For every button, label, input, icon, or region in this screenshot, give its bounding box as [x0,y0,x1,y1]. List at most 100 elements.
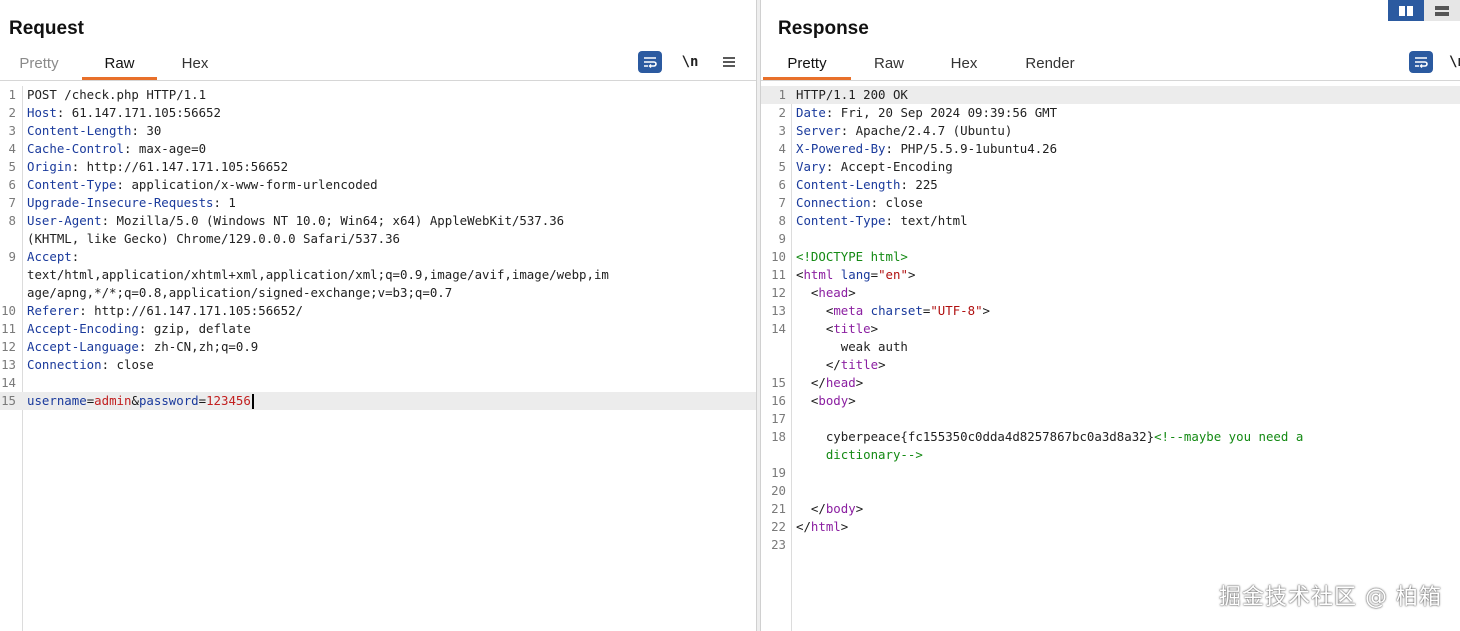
token: > [840,519,849,534]
line-number: 9 [778,231,786,246]
line-text: </title> [796,356,886,374]
code-line: 11 Accept-Encoding: gzip, deflate [0,320,756,338]
request-tab-hex[interactable]: Hex [170,53,220,80]
token: 123456 [206,393,251,408]
line-number: 8 [8,213,16,228]
code-line: 10 Referer: http://61.147.171.105:56652/ [0,302,756,320]
line-number: 8 [778,213,786,228]
line-text: Connection: close [27,356,154,374]
wrap-icon[interactable] [1409,51,1433,73]
token: : gzip, deflate [138,321,251,336]
request-editor[interactable]: 1 POST /check.php HTTP/1.1 2 Host: 61.147.1… [0,86,756,631]
request-pane: Request Pretty Raw Hex \n 1 POST /check.p… [0,0,756,631]
token: : 225 [900,177,938,192]
token: < [796,285,819,300]
token: User-Agent [27,213,102,228]
token: html [810,519,841,534]
token: age/apng,*/*;q=0.8,application/signed-ex… [27,285,453,300]
token: : Fri, 20 Sep 2024 09:39:56 GMT [825,105,1058,120]
code-line: 9 Accept: [0,248,756,266]
line-text: Accept-Language: zh-CN,zh;q=0.9 [27,338,258,356]
token: head [825,375,856,390]
token: : application/x-www-form-urlencoded [116,177,378,192]
token: > [848,285,856,300]
token: : max-age=0 [123,141,207,156]
line-number: 3 [8,123,16,138]
line-number: 21 [771,501,786,516]
token: Cache-Control [27,141,124,156]
token: charset [863,303,923,318]
code-line: weak auth [761,338,1460,356]
line-text: Upgrade-Insecure-Requests: 1 [27,194,236,212]
token: > [982,303,990,318]
stacked-view-icon[interactable] [1424,0,1460,21]
watermark: 掘金技术社区 @ 柏箱 [1219,585,1442,610]
line-text: Cache-Control: max-age=0 [27,140,206,158]
line-number: 17 [771,411,786,426]
response-code: 1 HTTP/1.1 200 OK 2 Date: Fri, 20 Sep 2024 … [761,86,1460,554]
code-line: age/apng,*/*;q=0.8,application/signed-ex… [0,284,756,302]
line-number: 9 [8,249,16,264]
code-line: </title> [761,356,1460,374]
token: Host [27,105,57,120]
code-line: 17 [761,410,1460,428]
response-tab-pretty[interactable]: Pretty [763,53,851,80]
wrap-icon[interactable] [638,51,662,73]
request-tab-pretty[interactable]: Pretty [8,53,70,80]
request-tab-raw[interactable]: Raw [82,53,157,80]
token: : http://61.147.171.105:56652/ [79,303,304,318]
token: : [71,249,80,264]
code-line: 12 Accept-Language: zh-CN,zh;q=0.9 [0,338,756,356]
response-tab-render[interactable]: Render [1017,53,1083,80]
line-number: 16 [771,393,786,408]
code-line: 16 <body> [761,392,1460,410]
token: = [198,393,207,408]
line-number: 6 [8,177,16,192]
line-text: Content-Length: 30 [27,122,161,140]
line-number: 5 [8,159,16,174]
code-line: 6 Content-Length: 225 [761,176,1460,194]
split-view-icon[interactable] [1388,0,1424,21]
line-text: (KHTML, like Gecko) Chrome/129.0.0.0 Saf… [27,230,400,248]
token: > [855,501,864,516]
newline-icon[interactable]: \n [1449,51,1460,73]
token: Connection [27,357,102,372]
code-line: 3 Server: Apache/2.4.7 (Ubuntu) [761,122,1460,140]
token: cyberpeace{fc155350c0dda4d8257867bc0a3d8… [796,429,1155,444]
code-line: 6 Content-Type: application/x-www-form-ur… [0,176,756,194]
line-text: <html lang="en"> [796,266,915,284]
code-line: 1 HTTP/1.1 200 OK [761,86,1460,104]
code-line: 8 Content-Type: text/html [761,212,1460,230]
line-number: 2 [8,105,16,120]
token: HTTP/1.1 200 OK [796,87,908,102]
line-text: Connection: close [796,194,923,212]
token: : Mozilla/5.0 (Windows NT 10.0; Win64; x… [101,213,565,228]
code-line: dictionary--> [761,446,1460,464]
line-text: Accept-Encoding: gzip, deflate [27,320,251,338]
token: Accept-Encoding [27,321,139,336]
token: < [796,393,819,408]
token: <!--maybe you need a [1154,429,1304,444]
response-tab-hex[interactable]: Hex [939,53,989,80]
line-number: 4 [778,141,786,156]
line-number: 14 [1,375,16,390]
token: : close [101,357,154,372]
code-line: 4 X-Powered-By: PHP/5.5.9-1ubuntu4.26 [761,140,1460,158]
token: meta [833,303,864,318]
response-tab-raw[interactable]: Raw [864,53,914,80]
line-number: 13 [771,303,786,318]
token: lang [833,267,871,282]
code-line: 14 [0,374,756,392]
newline-icon[interactable]: \n [678,51,702,73]
line-number: 1 [8,87,16,102]
token: "en" [878,267,908,282]
menu-icon[interactable] [717,51,741,73]
token: head [818,285,849,300]
line-number: 15 [771,375,786,390]
line-number: 4 [8,141,16,156]
code-line: 13 <meta charset="UTF-8"> [761,302,1460,320]
line-number: 11 [1,321,16,336]
line-number: 11 [771,267,786,282]
response-editor[interactable]: 1 HTTP/1.1 200 OK 2 Date: Fri, 20 Sep 2024 … [761,86,1460,631]
code-line: 21 </body> [761,500,1460,518]
